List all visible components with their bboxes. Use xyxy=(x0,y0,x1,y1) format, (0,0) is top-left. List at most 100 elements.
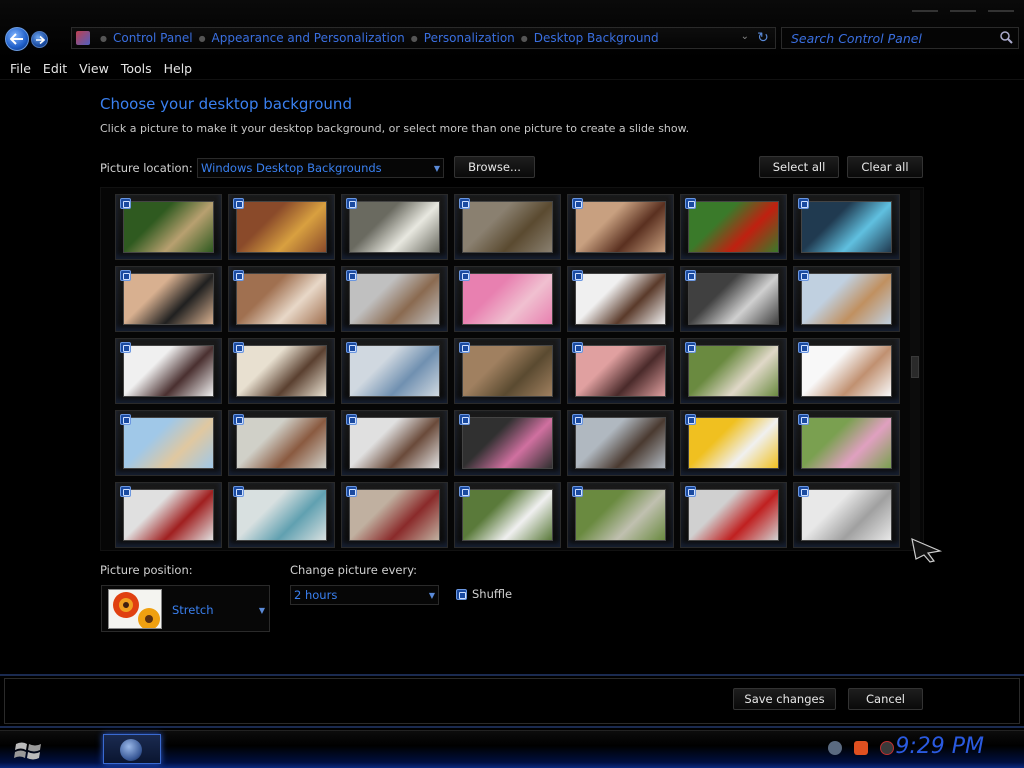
shuffle-checkbox[interactable] xyxy=(456,588,467,600)
picture-location-dropdown[interactable]: Windows Desktop Backgrounds ▼ xyxy=(197,158,444,178)
background-thumbnail[interactable] xyxy=(228,338,335,404)
network-icon[interactable] xyxy=(828,741,842,755)
volume-icon[interactable] xyxy=(880,741,894,755)
thumbnail-checkbox[interactable] xyxy=(572,414,583,425)
background-thumbnail[interactable] xyxy=(341,482,448,548)
select-all-button[interactable]: Select all xyxy=(759,156,839,178)
menu-tools[interactable]: Tools xyxy=(115,61,158,76)
thumbnail-checkbox[interactable] xyxy=(685,270,696,281)
background-thumbnail[interactable] xyxy=(341,410,448,476)
minimize-button[interactable] xyxy=(912,6,938,12)
background-thumbnail[interactable] xyxy=(341,338,448,404)
menu-file[interactable]: File xyxy=(4,61,37,76)
thumbnail-checkbox[interactable] xyxy=(798,270,809,281)
breadcrumb-separator-icon[interactable]: ● xyxy=(199,34,206,43)
background-thumbnail[interactable] xyxy=(115,266,222,332)
background-thumbnail[interactable] xyxy=(680,482,787,548)
taskbar-clock[interactable]: 9:29 PM xyxy=(895,734,984,759)
thumbnail-checkbox[interactable] xyxy=(572,198,583,209)
background-thumbnail[interactable] xyxy=(228,482,335,548)
breadcrumb-separator-icon[interactable]: ● xyxy=(411,34,418,43)
background-thumbnail[interactable] xyxy=(567,338,674,404)
background-thumbnail[interactable] xyxy=(793,482,900,548)
thumbnail-checkbox[interactable] xyxy=(233,198,244,209)
breadcrumb-appearance[interactable]: Appearance and Personalization xyxy=(212,31,405,45)
thumbnail-checkbox[interactable] xyxy=(346,270,357,281)
background-thumbnail[interactable] xyxy=(228,266,335,332)
thumbnail-checkbox[interactable] xyxy=(233,486,244,497)
thumbnail-checkbox[interactable] xyxy=(120,414,131,425)
background-thumbnail[interactable] xyxy=(341,266,448,332)
thumbnail-checkbox[interactable] xyxy=(685,486,696,497)
close-button[interactable] xyxy=(988,6,1014,12)
thumbnail-checkbox[interactable] xyxy=(233,270,244,281)
menu-view[interactable]: View xyxy=(73,61,115,76)
background-thumbnail[interactable] xyxy=(341,194,448,260)
flag-icon[interactable] xyxy=(854,741,868,755)
browse-button[interactable]: Browse... xyxy=(454,156,535,178)
thumbnail-checkbox[interactable] xyxy=(459,198,470,209)
background-thumbnail[interactable] xyxy=(454,482,561,548)
background-thumbnail[interactable] xyxy=(680,194,787,260)
breadcrumb-desktop-background[interactable]: Desktop Background xyxy=(534,31,659,45)
background-thumbnail[interactable] xyxy=(115,410,222,476)
thumbnail-checkbox[interactable] xyxy=(459,486,470,497)
thumbnail-checkbox[interactable] xyxy=(798,414,809,425)
refresh-icon[interactable]: ↻ xyxy=(755,30,771,46)
thumbnail-checkbox[interactable] xyxy=(346,414,357,425)
thumbnail-checkbox[interactable] xyxy=(120,198,131,209)
address-bar[interactable]: ● Control Panel ● Appearance and Persona… xyxy=(71,27,776,49)
clear-all-button[interactable]: Clear all xyxy=(847,156,923,178)
background-thumbnail[interactable] xyxy=(228,410,335,476)
windows-logo-icon[interactable] xyxy=(8,736,48,764)
thumbnail-checkbox[interactable] xyxy=(233,342,244,353)
thumbnail-checkbox[interactable] xyxy=(685,414,696,425)
background-thumbnail[interactable] xyxy=(454,194,561,260)
background-thumbnail[interactable] xyxy=(454,338,561,404)
forward-button[interactable] xyxy=(31,31,48,48)
thumbnail-checkbox[interactable] xyxy=(459,270,470,281)
back-button[interactable] xyxy=(5,27,29,51)
background-thumbnail[interactable] xyxy=(793,338,900,404)
change-interval-dropdown[interactable]: 2 hours ▼ xyxy=(290,585,439,605)
thumbnail-checkbox[interactable] xyxy=(120,270,131,281)
background-thumbnail[interactable] xyxy=(680,410,787,476)
picture-position-dropdown[interactable]: Stretch ▼ xyxy=(101,585,270,632)
thumbnail-checkbox[interactable] xyxy=(798,198,809,209)
thumbnail-checkbox[interactable] xyxy=(572,270,583,281)
background-thumbnail[interactable] xyxy=(793,410,900,476)
thumbnail-checkbox[interactable] xyxy=(572,486,583,497)
thumbnail-checkbox[interactable] xyxy=(346,342,357,353)
breadcrumb-separator-icon[interactable]: ● xyxy=(521,34,528,43)
search-input[interactable] xyxy=(782,28,992,49)
background-thumbnail[interactable] xyxy=(115,194,222,260)
shuffle-option[interactable]: Shuffle xyxy=(456,587,512,601)
menu-edit[interactable]: Edit xyxy=(37,61,73,76)
background-thumbnail[interactable] xyxy=(567,194,674,260)
background-thumbnail[interactable] xyxy=(567,266,674,332)
cancel-button[interactable]: Cancel xyxy=(848,688,923,710)
thumbnail-checkbox[interactable] xyxy=(120,342,131,353)
background-thumbnail[interactable] xyxy=(228,194,335,260)
background-thumbnail[interactable] xyxy=(680,338,787,404)
background-thumbnail[interactable] xyxy=(454,410,561,476)
thumbnail-checkbox[interactable] xyxy=(346,198,357,209)
chevron-down-icon[interactable]: ⌄ xyxy=(741,31,749,42)
thumbnail-checkbox[interactable] xyxy=(685,342,696,353)
background-thumbnail[interactable] xyxy=(454,266,561,332)
taskbar-control-panel-button[interactable] xyxy=(103,734,161,764)
thumbnail-checkbox[interactable] xyxy=(233,414,244,425)
gallery-scrollbar[interactable] xyxy=(910,190,920,546)
thumbnail-checkbox[interactable] xyxy=(346,486,357,497)
scroll-thumb[interactable] xyxy=(911,356,919,378)
thumbnail-checkbox[interactable] xyxy=(572,342,583,353)
save-changes-button[interactable]: Save changes xyxy=(733,688,836,710)
background-thumbnail[interactable] xyxy=(115,482,222,548)
thumbnail-checkbox[interactable] xyxy=(120,486,131,497)
background-thumbnail[interactable] xyxy=(567,410,674,476)
thumbnail-checkbox[interactable] xyxy=(459,342,470,353)
breadcrumb-separator-icon[interactable]: ● xyxy=(100,34,107,43)
background-thumbnail[interactable] xyxy=(793,194,900,260)
thumbnail-checkbox[interactable] xyxy=(798,342,809,353)
thumbnail-checkbox[interactable] xyxy=(685,198,696,209)
